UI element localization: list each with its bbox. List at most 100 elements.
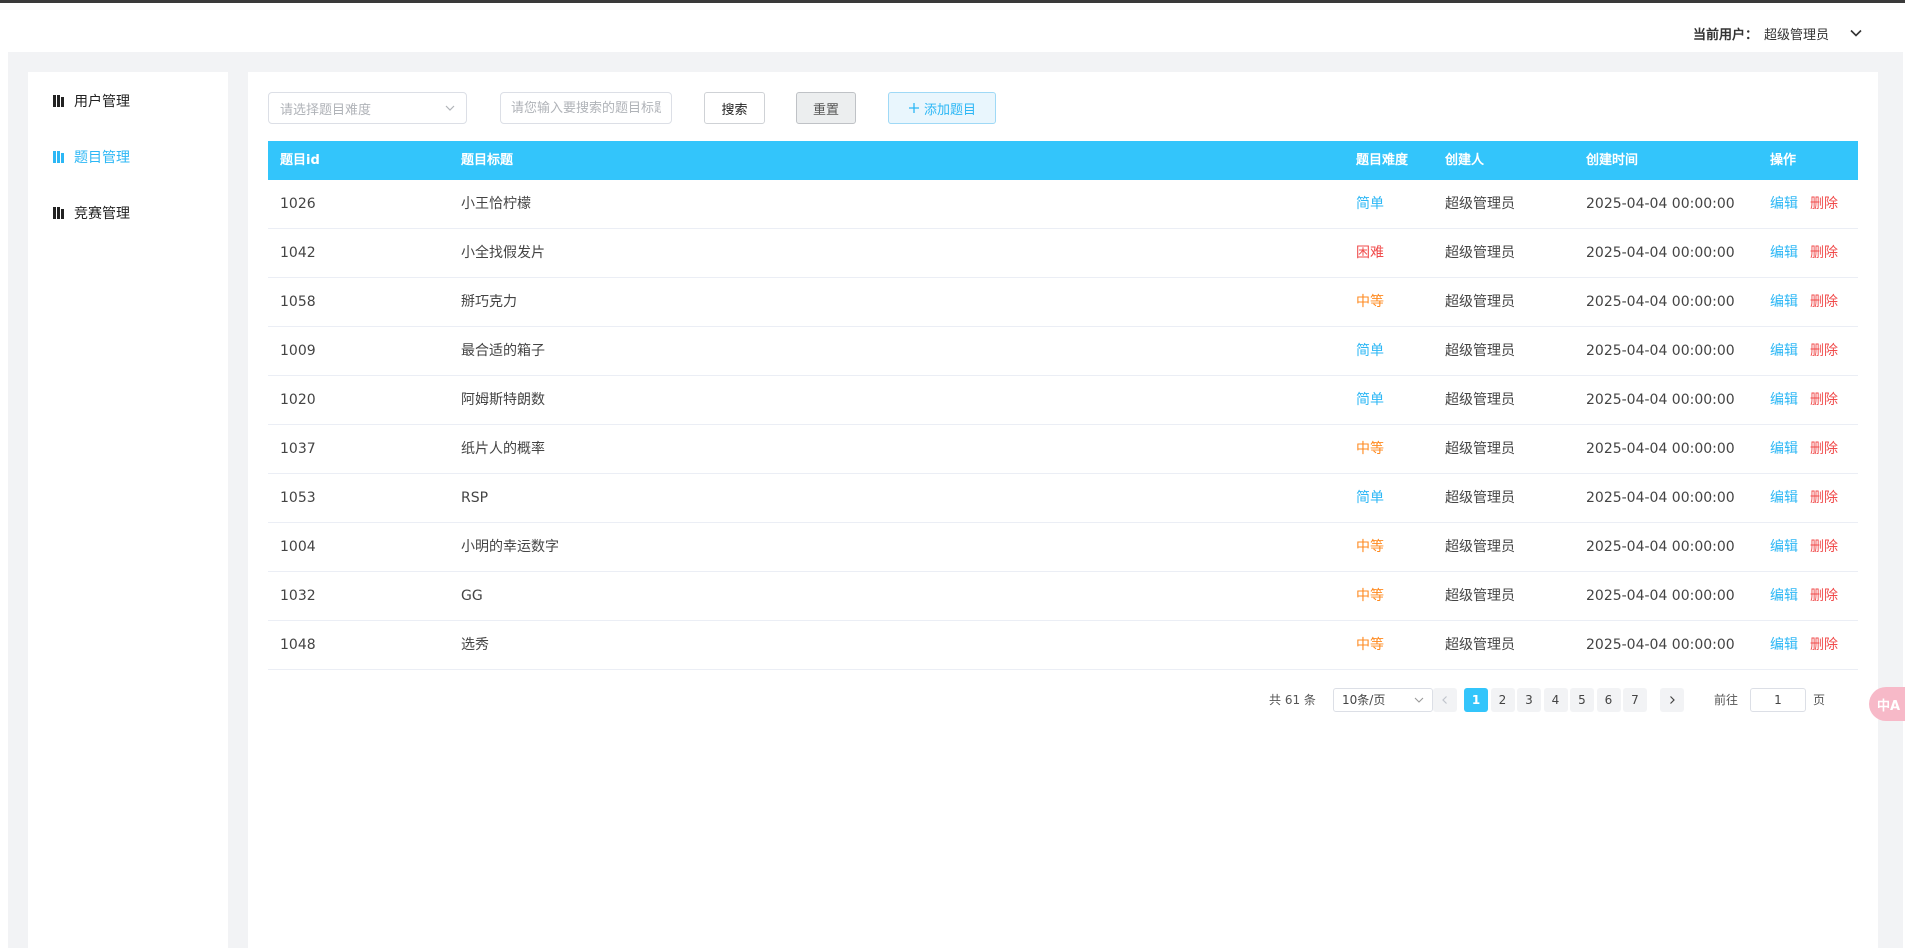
cell-title: GG (461, 588, 483, 604)
problem-table: 题目id 题目标题 题目难度 创建人 创建时间 操作 1026 小王恰柠檬 简单 超级… (268, 141, 1858, 670)
header-creator: 创建人 (1445, 153, 1485, 168)
edit-button[interactable]: 编辑 (1770, 474, 1798, 523)
sidebar-item-users[interactable]: 用户管理 (52, 86, 212, 116)
delete-button[interactable]: 删除 (1810, 229, 1838, 278)
delete-button[interactable]: 删除 (1810, 180, 1838, 229)
chevron-down-icon (445, 105, 455, 111)
delete-button[interactable]: 删除 (1810, 523, 1838, 572)
sidebar-item-problems[interactable]: 题目管理 (52, 142, 212, 172)
cell-id: 1026 (280, 196, 316, 212)
add-problem-button[interactable]: 添加题目 (888, 92, 996, 124)
cell-id: 1058 (280, 294, 316, 310)
cell-created-at: 2025-04-04 00:00:00 (1586, 196, 1735, 212)
difficulty-select[interactable]: 请选择题目难度 (268, 92, 467, 124)
goto-page-input[interactable] (1750, 688, 1806, 712)
edit-button[interactable]: 编辑 (1770, 180, 1798, 229)
delete-button[interactable]: 删除 (1810, 621, 1838, 670)
page-button[interactable]: 2 (1490, 688, 1515, 712)
page-button[interactable]: 6 (1596, 688, 1621, 712)
add-problem-label: 添加题目 (923, 102, 976, 118)
search-button[interactable]: 搜索 (704, 92, 765, 124)
delete-button[interactable]: 删除 (1810, 327, 1838, 376)
cell-creator: 超级管理员 (1445, 294, 1515, 310)
cell-created-at: 2025-04-04 00:00:00 (1586, 637, 1735, 653)
cell-creator: 超级管理员 (1445, 196, 1515, 212)
book-icon (53, 95, 64, 107)
page-button[interactable]: 4 (1543, 688, 1568, 712)
user-info: 当前用户： 超级管理员 (1693, 22, 1867, 44)
row-actions: 编辑 删除 (1770, 572, 1838, 621)
cell-title: 掰巧克力 (461, 294, 517, 310)
edit-button[interactable]: 编辑 (1770, 572, 1798, 621)
cell-creator: 超级管理员 (1445, 441, 1515, 457)
edit-button[interactable]: 编辑 (1770, 621, 1798, 670)
header-actions: 操作 (1770, 153, 1797, 168)
cell-difficulty: 简单 (1356, 490, 1384, 506)
page-size-value: 10条/页 (1342, 693, 1386, 707)
delete-button[interactable]: 删除 (1810, 474, 1838, 523)
next-page-button[interactable] (1660, 688, 1684, 712)
window-top-border (0, 0, 1905, 3)
delete-button[interactable]: 删除 (1810, 278, 1838, 327)
page-button[interactable]: 7 (1623, 688, 1647, 712)
row-actions: 编辑 删除 (1770, 278, 1838, 327)
cell-id: 1053 (280, 490, 316, 506)
plus-icon (908, 103, 919, 113)
cell-id: 1042 (280, 245, 316, 261)
delete-button[interactable]: 删除 (1810, 376, 1838, 425)
cell-title: 最合适的箱子 (461, 343, 545, 359)
goto-label: 前往 (1714, 693, 1739, 707)
book-icon (53, 207, 64, 219)
cell-title: 小王恰柠檬 (461, 196, 531, 212)
cell-difficulty: 简单 (1356, 343, 1384, 359)
delete-button[interactable]: 删除 (1810, 572, 1838, 621)
page-button[interactable]: 5 (1570, 688, 1594, 712)
cell-id: 1004 (280, 539, 316, 555)
page-size-select[interactable]: 10条/页 (1333, 688, 1433, 712)
cell-title: RSP (461, 490, 489, 506)
current-user-name: 超级管理员 (1763, 27, 1829, 43)
cell-id: 1032 (280, 588, 316, 604)
prev-page-button[interactable] (1433, 688, 1457, 712)
cell-id: 1048 (280, 637, 316, 653)
edit-button[interactable]: 编辑 (1770, 376, 1798, 425)
chevron-right-icon (1670, 696, 1675, 704)
table-row: 1048 选秀 中等 超级管理员 2025-04-04 00:00:00 编辑 删除 (268, 621, 1858, 670)
row-actions: 编辑 删除 (1770, 229, 1838, 278)
chevron-down-icon[interactable] (1845, 22, 1867, 44)
row-actions: 编辑 删除 (1770, 523, 1838, 572)
delete-button[interactable]: 删除 (1810, 425, 1838, 474)
cell-id: 1020 (280, 392, 316, 408)
cell-created-at: 2025-04-04 00:00:00 (1586, 539, 1735, 555)
page-button[interactable]: 3 (1517, 688, 1541, 712)
edit-button[interactable]: 编辑 (1770, 523, 1798, 572)
sidebar-item-contests[interactable]: 竞赛管理 (52, 198, 212, 228)
cell-id: 1037 (280, 441, 316, 457)
chevron-down-icon (1414, 697, 1424, 703)
sidebar-item-label: 用户管理 (74, 94, 130, 110)
page-button[interactable]: 1 (1464, 688, 1488, 712)
header-difficulty: 题目难度 (1356, 153, 1409, 168)
table-row: 1037 纸片人的概率 中等 超级管理员 2025-04-04 00:00:00 编辑 删除 (268, 425, 1858, 474)
cell-title: 纸片人的概率 (461, 441, 545, 457)
ime-floating-badge[interactable]: 中A (1869, 687, 1905, 721)
cell-title: 小全找假发片 (461, 245, 545, 261)
table-row: 1004 小明的幸运数字 中等 超级管理员 2025-04-04 00:00:00 编辑删… (268, 523, 1858, 572)
cell-difficulty: 中等 (1356, 441, 1384, 457)
table-row: 1058 掰巧克力 中等 超级管理员 2025-04-04 00:00:00 编辑 删除 (268, 278, 1858, 327)
cell-difficulty: 简单 (1356, 196, 1384, 212)
sidebar: 用户管理 题目管理 竞赛管理 (28, 72, 228, 948)
edit-button[interactable]: 编辑 (1770, 278, 1798, 327)
search-input[interactable] (500, 92, 672, 124)
cell-creator: 超级管理员 (1445, 343, 1515, 359)
cell-difficulty: 困难 (1356, 245, 1384, 261)
reset-button[interactable]: 重置 (796, 92, 856, 124)
sidebar-item-label: 竞赛管理 (74, 206, 130, 222)
row-actions: 编辑 删除 (1770, 425, 1838, 474)
edit-button[interactable]: 编辑 (1770, 327, 1798, 376)
cell-creator: 超级管理员 (1445, 588, 1515, 604)
cell-created-at: 2025-04-04 00:00:00 (1586, 441, 1735, 457)
pagination: 共 61 条 10条/页 1234567 前往 页 (268, 687, 1858, 713)
edit-button[interactable]: 编辑 (1770, 229, 1798, 278)
edit-button[interactable]: 编辑 (1770, 425, 1798, 474)
